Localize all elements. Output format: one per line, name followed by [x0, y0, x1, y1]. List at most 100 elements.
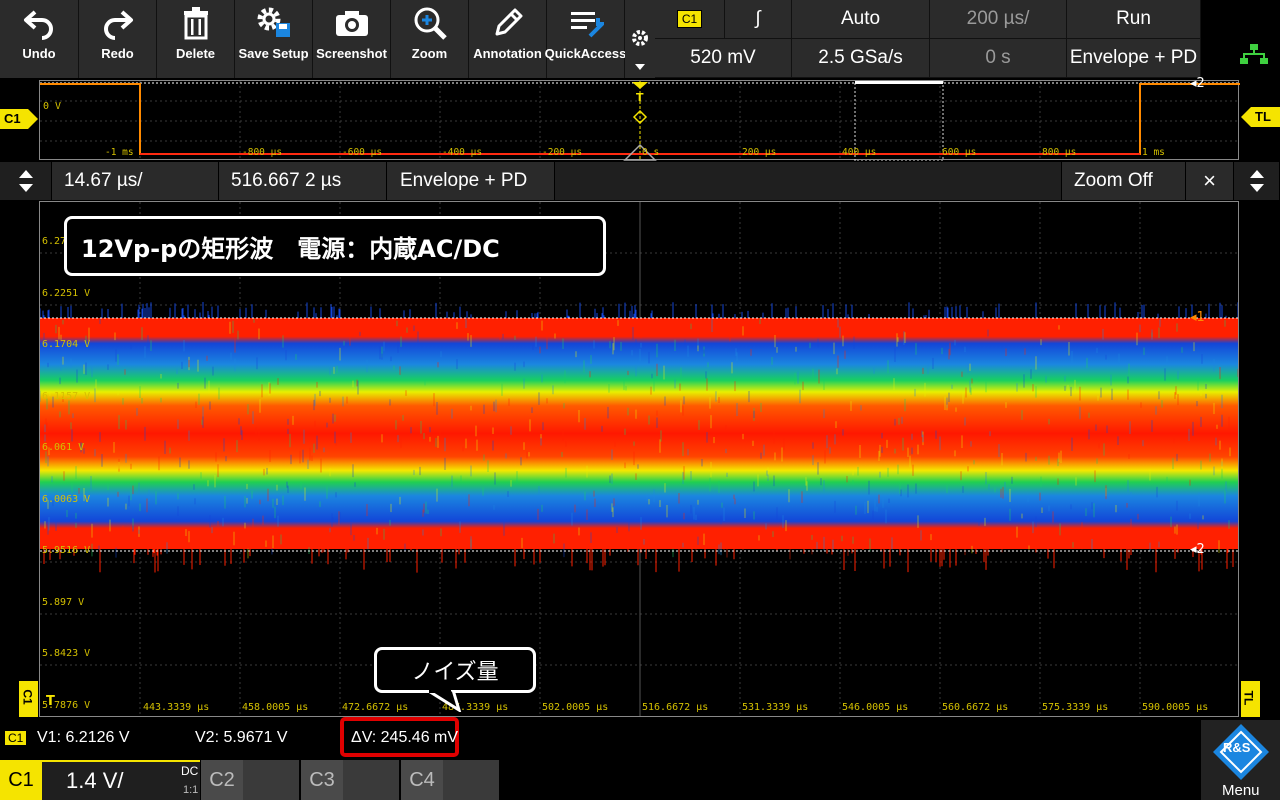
gear-save-icon	[254, 0, 294, 46]
channel1-coupling: DC	[181, 764, 199, 778]
overview-time-label: 600 µs	[942, 147, 977, 158]
rs-logo-text: R&S	[1223, 740, 1251, 755]
pencil-icon	[491, 0, 525, 46]
zoom-scroll-left[interactable]	[0, 162, 52, 200]
zoom-button[interactable]: Zoom	[391, 0, 469, 78]
acquisition-mode-cell[interactable]: Envelope + PD	[1067, 39, 1201, 78]
quick-access-icon	[568, 0, 604, 46]
cursor2-tag[interactable]: ◂2	[1190, 542, 1205, 557]
overview-level-label: 0 V	[43, 101, 62, 112]
overview-trigger-marker: T	[636, 91, 644, 104]
zoom-trigger-marker: T	[46, 694, 55, 709]
close-icon: ×	[1203, 168, 1216, 193]
quick-access-button[interactable]: QuickAccess	[545, 0, 626, 78]
y-axis-label: 5.897 V	[42, 597, 85, 608]
run-stop-cell[interactable]: Run	[1067, 0, 1201, 39]
time-offset-cell[interactable]: 0 s	[930, 39, 1067, 78]
annotation-button[interactable]: Annotation	[469, 0, 547, 78]
overview-time-label: 200 µs	[742, 147, 777, 158]
screenshot-label: Screenshot	[316, 46, 387, 61]
x-axis-label: 590.0005 µs	[1142, 702, 1209, 713]
x-axis-label: 502.0005 µs	[542, 702, 609, 713]
cursor-v1-readout: V1: 6.2126 V	[37, 729, 130, 746]
y-axis-label: 6.1157 V	[42, 391, 91, 402]
zoom-channel-tag[interactable]: C1	[19, 681, 38, 717]
sample-rate-cell[interactable]: 2.5 GSa/s	[792, 39, 930, 78]
y-axis-label: 6.0063 V	[42, 494, 91, 505]
delete-button[interactable]: Delete	[157, 0, 235, 78]
zoom-label: Zoom	[411, 46, 448, 61]
save-setup-button[interactable]: Save Setup	[235, 0, 313, 78]
chevron-down-icon	[635, 64, 645, 70]
x-axis-label: 560.6672 µs	[942, 702, 1009, 713]
cursor-v2-readout: V2: 5.9671 V	[195, 729, 288, 746]
overview-trigger-level-tag[interactable]: TL	[1241, 107, 1280, 127]
screenshot-button[interactable]: Screenshot	[313, 0, 391, 78]
x-axis-label: 472.6672 µs	[342, 702, 409, 713]
overview-time-label: -200 µs	[542, 147, 583, 158]
overview-cursor2-tag: ◂2	[1190, 76, 1205, 91]
trigger-slope-cell[interactable]: ∫	[725, 0, 792, 39]
y-axis-label: 6.1704 V	[42, 339, 91, 350]
delta-v-readout: ΔV: 245.46 mV	[351, 729, 459, 746]
overview-time-label: 1 ms	[1142, 147, 1165, 158]
undo-button[interactable]: Undo	[0, 0, 79, 78]
overview-time-label: 0 s	[642, 147, 660, 158]
network-icon	[1239, 43, 1269, 69]
title-annotation[interactable]: 12Vp-pの矩形波 電源：内蔵AC/DC	[64, 216, 606, 276]
zoom-time-scale[interactable]: 14.67 µs/	[52, 162, 219, 200]
y-axis-label: 6.061 V	[42, 442, 85, 453]
trigger-level-cell[interactable]: 520 mV	[655, 39, 792, 78]
overview-time-label: -1 ms	[105, 147, 134, 158]
zoom-bar-spacer	[555, 162, 1062, 200]
menu-label: Menu	[1222, 782, 1260, 799]
zoom-position[interactable]: 516.667 2 µs	[219, 162, 387, 200]
trigger-mode-cell[interactable]: Auto	[792, 0, 930, 39]
y-axis-label: 5.9516 V	[42, 545, 91, 556]
y-axis-label: 5.8423 V	[42, 648, 91, 659]
x-axis-label: 531.3339 µs	[742, 702, 809, 713]
channel1-button[interactable]: C1	[0, 760, 42, 800]
undo-icon	[22, 0, 56, 46]
zoom-off-button[interactable]: Zoom Off	[1062, 162, 1186, 200]
up-down-arrows-icon	[18, 170, 33, 192]
zoom-trigger-level-tag[interactable]: TL	[1241, 681, 1260, 717]
gear-icon	[630, 28, 650, 52]
time-scale-cell[interactable]: 200 µs/	[930, 0, 1067, 39]
channel3-button[interactable]: C3	[301, 760, 401, 800]
x-axis-label: 575.3339 µs	[1042, 702, 1109, 713]
annotation-label: Annotation	[473, 46, 542, 61]
zoom-waveform-area[interactable]: ◂1 ◂2	[39, 201, 1239, 717]
trash-icon	[181, 0, 211, 46]
measurement-bar	[0, 720, 1280, 760]
up-down-arrows-icon	[1249, 170, 1264, 192]
trigger-source-cell[interactable]: C1	[655, 0, 725, 39]
zoom-acq-mode[interactable]: Envelope + PD	[387, 162, 555, 200]
channel1-scale: 1.4 V/	[66, 768, 124, 793]
channel1-settings[interactable]: 1.4 V/ DC 1:1	[42, 760, 200, 800]
overview-time-label: -400 µs	[442, 147, 483, 158]
overview-time-label: -600 µs	[342, 147, 383, 158]
redo-button[interactable]: Redo	[79, 0, 157, 78]
undo-label: Undo	[22, 46, 56, 61]
toolbar-settings-button[interactable]	[625, 0, 655, 78]
channel2-button[interactable]: C2	[201, 760, 301, 800]
zoom-in-icon	[412, 0, 448, 46]
channel4-button[interactable]: C4	[401, 760, 501, 800]
measurement-channel-badge: C1	[4, 730, 28, 746]
overview-channel-tag[interactable]: C1	[0, 109, 38, 129]
trigger-channel-badge: C1	[676, 10, 703, 28]
camera-icon	[334, 0, 370, 46]
menu-button[interactable]: R&S Menu	[1201, 720, 1280, 800]
channel1-ratio: 1:1	[183, 784, 199, 796]
channel-bar-spacer	[501, 760, 1201, 800]
rising-edge-icon: ∫	[755, 8, 761, 29]
zoom-scroll-right[interactable]	[1234, 162, 1280, 200]
x-axis-label: 516.6672 µs	[642, 702, 709, 713]
cursor1-tag[interactable]: ◂1	[1190, 310, 1205, 325]
zoom-close-button[interactable]: ×	[1186, 162, 1234, 200]
noise-annotation[interactable]: ノイズ量	[374, 647, 536, 693]
oscilloscope-screen: { "toolbar": { "undo": "Undo", "redo": "…	[0, 0, 1280, 800]
x-axis-label: 458.0005 µs	[242, 702, 309, 713]
network-status[interactable]	[1201, 0, 1280, 78]
